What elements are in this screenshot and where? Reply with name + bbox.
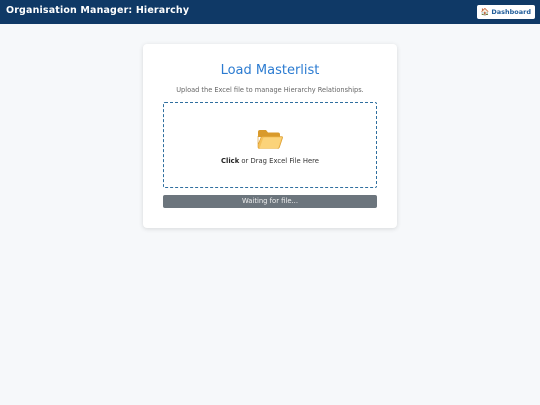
card-subtitle: Upload the Excel file to manage Hierarch… <box>176 86 364 94</box>
file-dropzone[interactable]: Click or Drag Excel File Here <box>163 102 377 188</box>
dashboard-button-label: Dashboard <box>491 8 531 16</box>
dropzone-click-word: Click <box>221 157 240 165</box>
top-bar: Organisation Manager: Hierarchy 🏠 Dashbo… <box>0 0 540 24</box>
app-title: Organisation Manager: Hierarchy <box>6 5 190 16</box>
dropzone-instruction-rest: or Drag Excel File Here <box>239 157 319 165</box>
load-masterlist-card: Load Masterlist Upload the Excel file to… <box>143 44 397 228</box>
card-title: Load Masterlist <box>220 63 320 78</box>
file-status-bar: Waiting for file... <box>163 195 377 208</box>
dropzone-instruction: Click or Drag Excel File Here <box>164 157 376 165</box>
open-folder-icon <box>257 130 283 149</box>
home-icon: 🏠 <box>480 7 490 16</box>
dashboard-button[interactable]: 🏠 Dashboard <box>476 5 535 19</box>
